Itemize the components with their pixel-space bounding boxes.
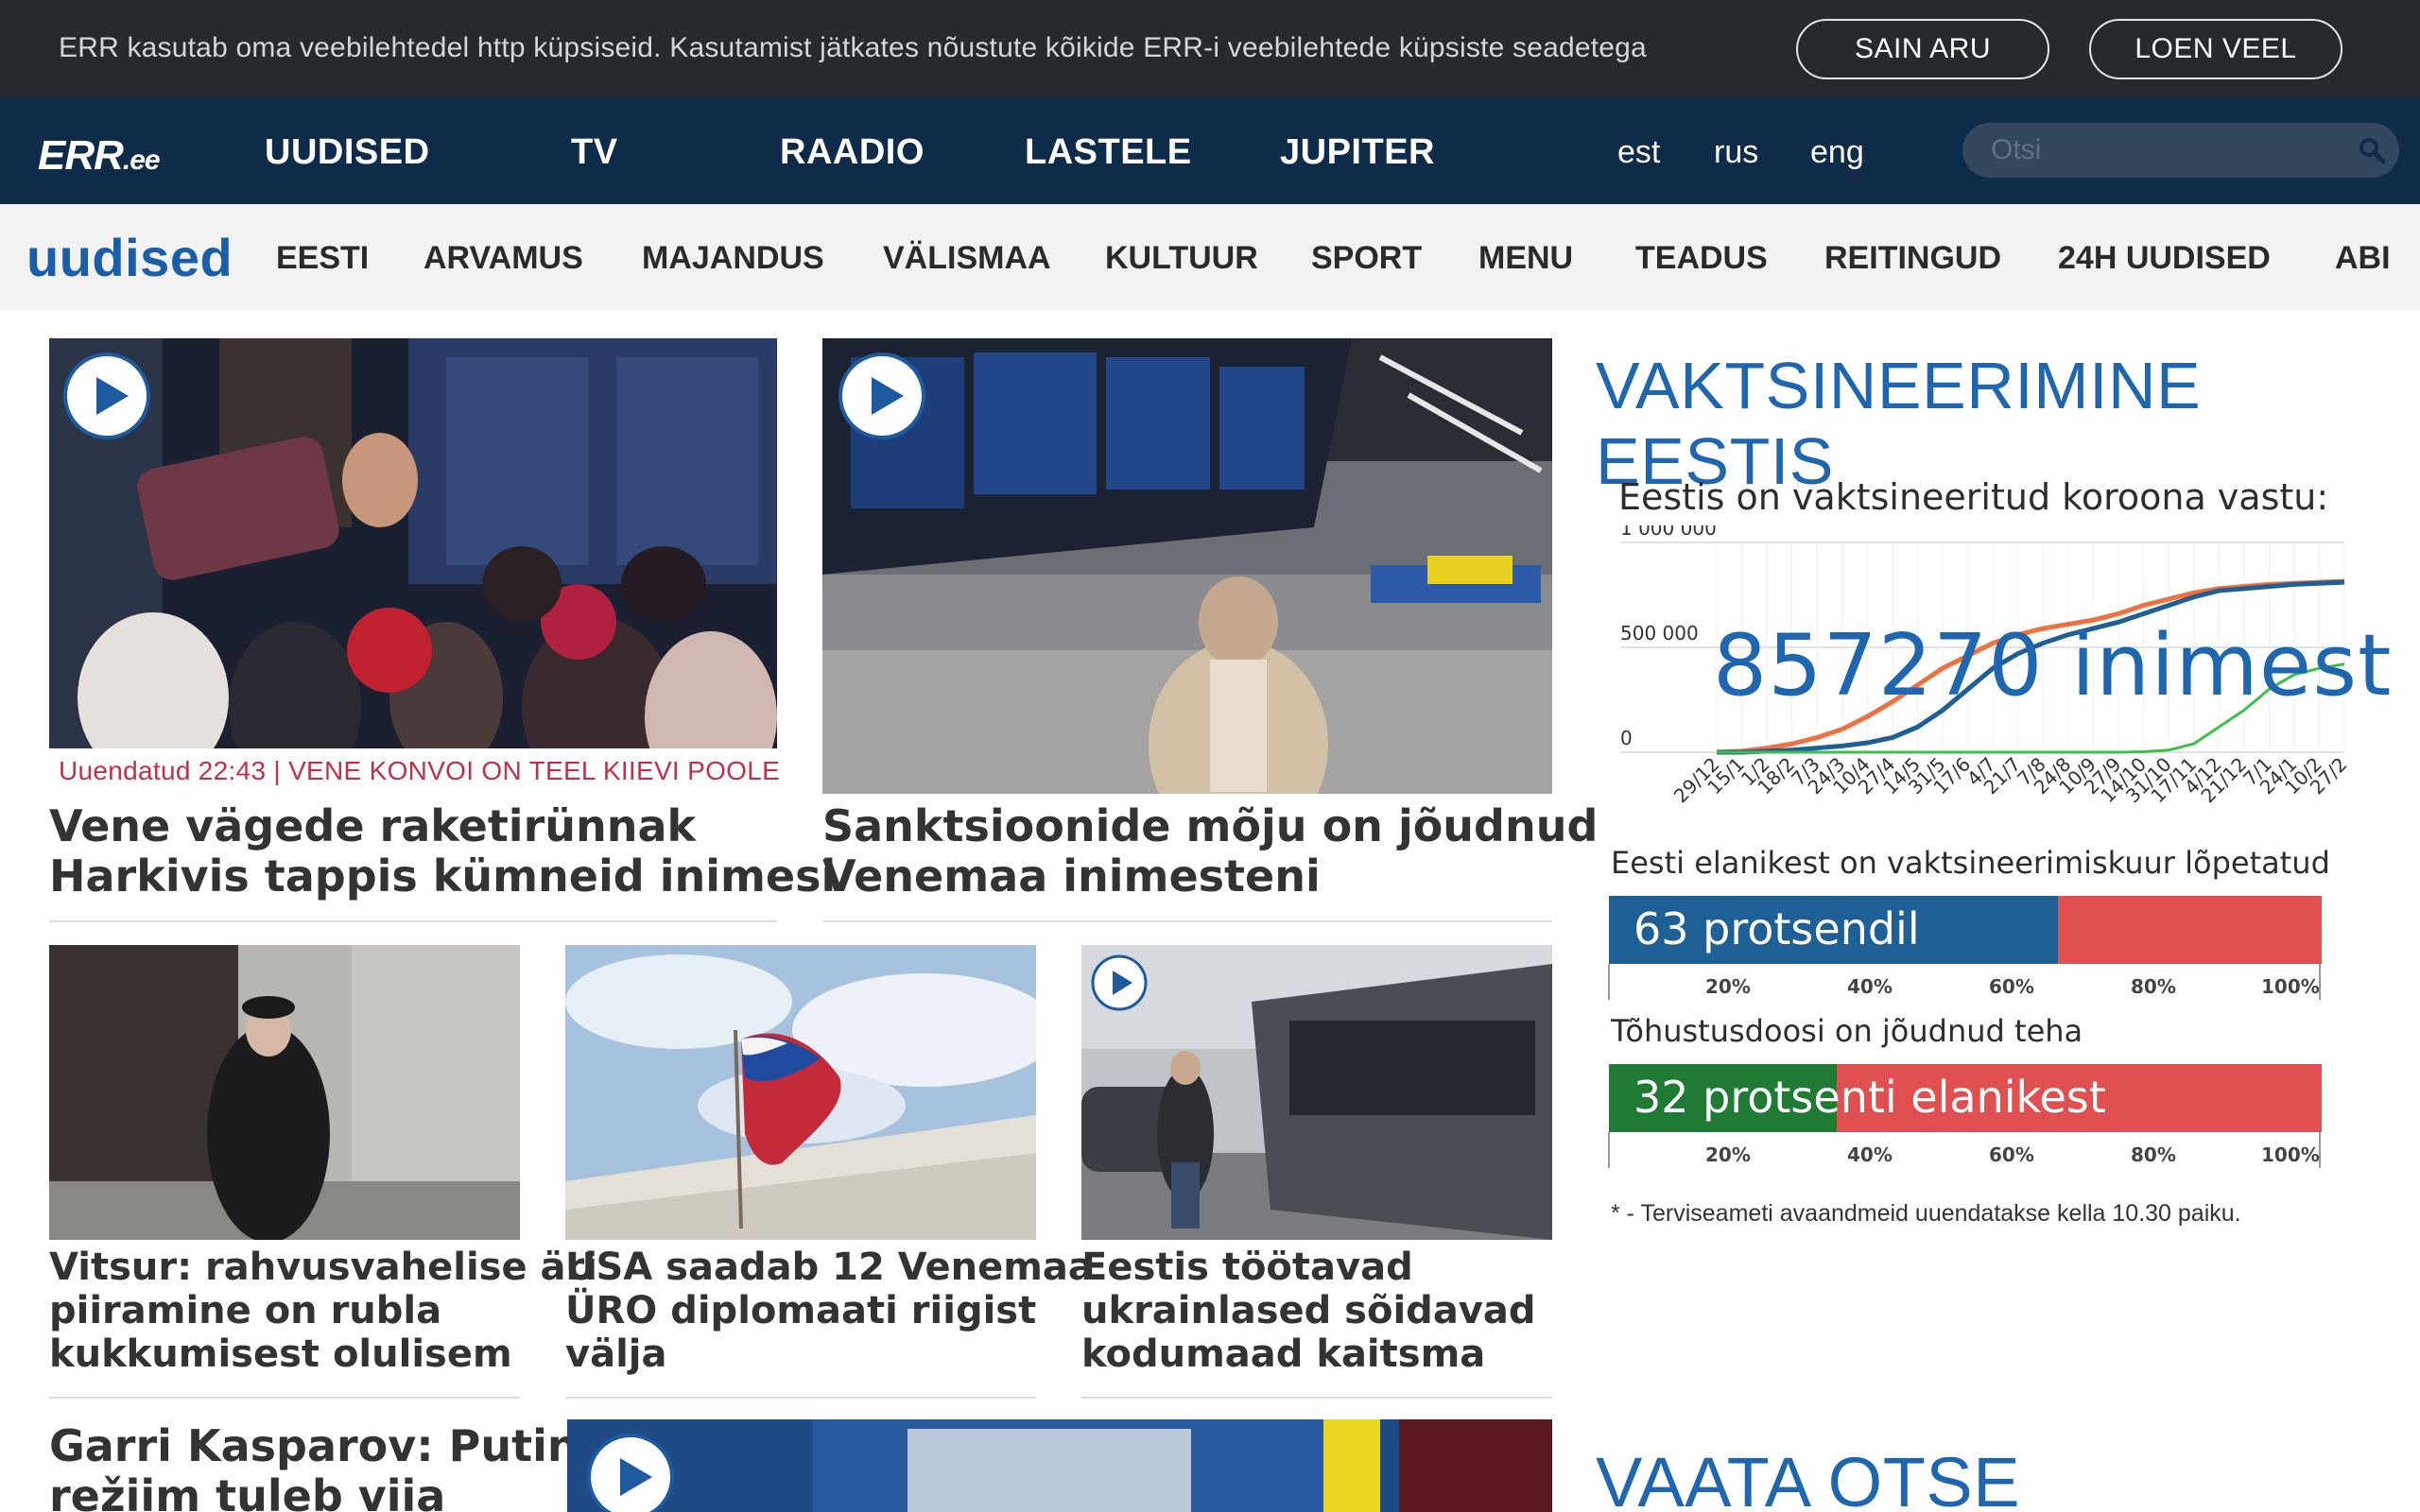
headline-line: kukkumisest olulisem [49,1332,512,1376]
tick-label: 60% [1989,1143,2034,1166]
tick-label: 60% [1989,975,2034,998]
article-headline-usa-diplomats[interactable]: USA saadab 12 Venemaa ÜRO diplomaati rii… [565,1246,1094,1376]
headline-line: piiramine on rubla [49,1289,442,1332]
headline-line: Garri Kasparov: Putini [49,1420,594,1471]
booster-bar-track: 32 protsenti elanikest [1609,1064,2322,1132]
cookie-text: ERR kasutab oma veebilehtedel http küpsi… [59,32,1647,63]
chart-subtitle: Eestis on vaktsineeritud koroona vastu: [1618,476,2329,518]
headline-line: Vene vägede raketirünnak [49,800,697,851]
article-image-vitsur[interactable] [49,945,520,1240]
subnav-item-teadus[interactable]: TEADUS [1635,240,1768,277]
y-tick-label: 500 000 [1620,622,1699,644]
completed-caption: Eesti elanikest on vaktsineerimiskuur lõ… [1611,845,2330,881]
divider [49,920,777,922]
section-nav: uudised EESTI ARVAMUS MAJANDUS VÄLISMAA … [0,204,2420,310]
subnav-item-eesti[interactable]: EESTI [276,240,369,277]
headline-line: režiim tuleb viia [49,1469,446,1512]
tick-label: 20% [1705,1143,1751,1166]
nav-item-tv[interactable]: TV [571,132,618,173]
tick-label: 100% [2261,1143,2320,1166]
nav-item-lastele[interactable]: LASTELE [1025,132,1192,173]
divider [822,920,1552,922]
logo-text: ERR [38,132,124,179]
section-brand[interactable]: uudised [26,227,233,288]
nav-item-uudised[interactable]: UUDISED [265,132,430,173]
divider [49,1397,520,1399]
subnav-item-abi[interactable]: ABI [2335,240,2391,277]
play-icon[interactable] [586,1433,675,1512]
article-image-refugees[interactable] [49,338,777,794]
subnav-item-majandus[interactable]: MAJANDUS [642,240,824,277]
err-logo[interactable]: ERR.ee [38,132,161,180]
headline-line: välja [565,1332,667,1376]
subnav-item-menu[interactable]: MENU [1478,240,1573,277]
subnav-item-kultuur[interactable]: KULTUUR [1105,240,1258,277]
article-image-airport[interactable] [822,338,1552,794]
lang-eng[interactable]: eng [1810,134,1864,171]
completed-bar-text: 63 protsendil [1634,903,1920,954]
headline-line: ÜRO diplomaati riigist [565,1289,1037,1332]
article-image-bus[interactable] [1081,945,1552,1240]
y-tick-label: 1 000 000 [1620,525,1717,540]
subnav-item-arvamus[interactable]: ARVAMUS [424,240,583,277]
data-footnote: * - Terviseameti avaandmeid uuendatakse … [1611,1200,2241,1227]
completed-axis: 20% 40% 60% 80% 100% [1607,964,2322,1000]
watch-live-heading[interactable]: VAATA OTSE [1596,1442,2020,1512]
headline-line: USA saadab 12 Venemaa [565,1246,1094,1289]
cookie-read-more-button[interactable]: LOEN VEEL [2089,19,2342,79]
headline-line: Eestis töötavad [1081,1246,1413,1289]
divider [565,1397,1036,1399]
logo-suffix: .ee [122,145,161,176]
main-nav: ERR.ee UUDISED TV RAADIO LASTELE JUPITER… [0,98,2420,204]
tick-label: 40% [1847,975,1893,998]
article-headline-ukrainians[interactable]: Eestis töötavad ukrainlased sõidavad kod… [1081,1246,1536,1376]
nav-item-raadio[interactable]: RAADIO [780,132,925,173]
play-icon[interactable] [62,352,151,440]
headline-line: Harkivis tappis kümneid inimesi [49,850,837,902]
play-icon[interactable] [838,352,926,440]
play-icon[interactable] [1091,954,1148,1011]
tick-label: 80% [2131,975,2176,998]
cookie-agree-button[interactable]: SAIN ARU [1796,19,2049,79]
booster-bar-text: 32 protsenti elanikest [1634,1072,2106,1123]
article-headline-sanctions[interactable]: Sanktsioonide mõju on jõudnud Venemaa in… [822,801,1598,902]
update-label: Uuendatud 22:43 | VENE KONVOI ON TEEL KI… [49,748,790,794]
subnav-item-24h-uudised[interactable]: 24H UUDISED [2058,240,2271,277]
headline-line: kodumaad kaitsma [1081,1332,1486,1376]
article-image-flag[interactable] [565,945,1036,1240]
lang-est[interactable]: est [1617,134,1660,171]
search-icon[interactable] [2358,136,2386,164]
headline-line: Venemaa inimesteni [822,850,1321,902]
tick-label: 40% [1847,1143,1893,1166]
headline-line: Sanktsioonide mõju on jõudnud [822,800,1599,851]
tick-label: 100% [2261,975,2320,998]
divider [1081,1397,1552,1399]
tick-label: 20% [1705,975,1751,998]
subnav-item-reitingud[interactable]: REITINGUD [1824,240,2001,277]
article-headline-harkiv[interactable]: Vene vägede raketirünnak Harkivis tappis… [49,801,836,902]
completed-bar-track: 63 protsendil [1609,896,2322,964]
article-image-video[interactable] [567,1419,1552,1512]
vaccinated-count: 857270 inimest [1713,616,2393,715]
nav-item-jupiter[interactable]: JUPITER [1280,132,1435,173]
article-headline-kasparov[interactable]: Garri Kasparov: Putini režiim tuleb viia [49,1421,593,1512]
headline-line: Vitsur: rahvusvahelise äri [49,1246,597,1289]
lang-rus[interactable]: rus [1714,134,1758,171]
cookie-banner: ERR kasutab oma veebilehtedel http küpsi… [0,0,2420,98]
headline-line: ukrainlased sõidavad [1081,1289,1536,1332]
search-input[interactable] [1991,132,2341,168]
subnav-item-sport[interactable]: SPORT [1311,240,1422,277]
booster-caption: Tõhustusdoosi on jõudnud teha [1611,1013,2083,1049]
y-tick-label: 0 [1620,727,1633,749]
article-headline-vitsur[interactable]: Vitsur: rahvusvahelise äri piiramine on … [49,1246,597,1376]
search-box [1962,123,2399,178]
tick-label: 80% [2131,1143,2176,1166]
booster-axis: 20% 40% 60% 80% 100% [1607,1132,2322,1168]
subnav-item-valismaa[interactable]: VÄLISMAA [883,240,1051,277]
